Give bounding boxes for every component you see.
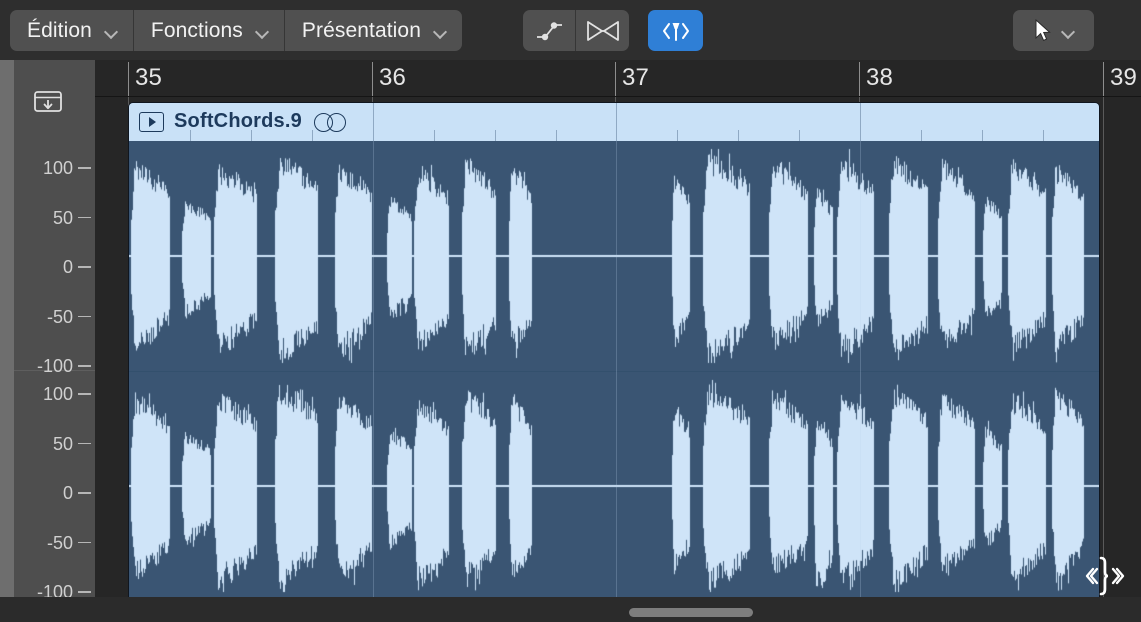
tick-label: 50 — [53, 210, 73, 226]
tick-mark — [78, 542, 91, 544]
amplitude-tick-right-0: 0 — [14, 485, 95, 501]
amplitude-tick-left--50: -50 — [14, 309, 95, 325]
tick-label: 100 — [43, 160, 73, 176]
region-gridline-bar-38 — [860, 141, 861, 597]
header-beat-tick — [1043, 130, 1044, 141]
flex-pitch-icon — [660, 19, 692, 43]
fade-crossfade-icon — [586, 20, 620, 42]
region-title: SoftChords.9 — [174, 110, 302, 133]
chevron-down-icon — [256, 27, 269, 35]
automation-icon — [534, 20, 564, 42]
amplitude-scale-column — [14, 60, 95, 597]
stereo-icon — [314, 113, 348, 132]
header-beat-tick — [921, 130, 922, 141]
amplitude-tick-right--50: -50 — [14, 535, 95, 551]
tick-label: -100 — [37, 358, 73, 374]
region-header[interactable]: SoftChords.9 — [129, 103, 1099, 141]
header-bar-tick — [373, 103, 374, 141]
header-bar-tick — [616, 103, 617, 141]
audio-region-softchords[interactable]: SoftChords.9 — [128, 102, 1100, 597]
track-lane-area[interactable]: SoftChords.9 — [95, 97, 1141, 597]
chevron-down-icon — [1062, 27, 1075, 35]
header-bar-tick — [860, 103, 861, 141]
ruler-gridline — [859, 62, 860, 97]
tick-label: -50 — [47, 535, 73, 551]
menu-fonctions-label: Fonctions — [151, 19, 243, 43]
tick-mark — [78, 316, 91, 318]
ruler-bar-label: 38 — [866, 64, 893, 92]
header-beat-tick — [738, 130, 739, 141]
automation-button[interactable] — [523, 10, 576, 51]
amplitude-tick-left--100: -100 — [14, 358, 95, 374]
header-beat-tick — [495, 130, 496, 141]
tick-mark — [78, 365, 91, 367]
region-gridline-bar-37 — [616, 141, 617, 597]
tick-label: 100 — [43, 386, 73, 402]
ruler-bar-label: 35 — [135, 64, 162, 92]
waveform-canvas-left — [129, 141, 1099, 371]
left-rail — [0, 60, 14, 597]
fade-button[interactable] — [576, 10, 629, 51]
amplitude-tick-left-100: 100 — [14, 160, 95, 176]
tick-label: -50 — [47, 309, 73, 325]
editor-icon-group — [523, 10, 629, 51]
ruler-gridline — [615, 62, 616, 97]
region-gridline-bar-36 — [373, 141, 374, 597]
menu-edition[interactable]: Édition — [10, 10, 134, 51]
tick-mark — [78, 167, 91, 169]
stereo-circle-right — [327, 113, 346, 132]
header-beat-tick — [312, 130, 313, 141]
pointer-tool-icon — [1033, 18, 1053, 43]
header-beat-tick — [556, 130, 557, 141]
header-beat-tick — [434, 130, 435, 141]
waveform-canvas-right — [129, 372, 1099, 597]
bar-ruler[interactable]: 35 36 37 38 39 — [95, 60, 1141, 97]
horizontal-scrollbar[interactable] — [14, 597, 1141, 622]
amplitude-tick-right-100: 100 — [14, 386, 95, 402]
editor-toolbar: Édition Fonctions Présentation — [0, 0, 1141, 60]
tick-label: 0 — [63, 259, 73, 275]
amplitude-tick-left-50: 50 — [14, 210, 95, 226]
tick-mark — [78, 492, 91, 494]
horizontal-scrollbar-thumb[interactable] — [629, 608, 753, 617]
tick-mark — [78, 217, 91, 219]
ruler-bar-label: 36 — [379, 64, 406, 92]
amplitude-tick-left-0: 0 — [14, 259, 95, 275]
ruler-gridline — [1103, 62, 1104, 97]
show-hide-panel-button[interactable] — [18, 83, 77, 118]
bottom-left-strip — [0, 597, 14, 622]
ruler-gridline — [128, 62, 129, 97]
flex-button[interactable] — [648, 10, 703, 51]
menu-fonctions[interactable]: Fonctions — [134, 10, 285, 51]
amplitude-tick-right-50: 50 — [14, 436, 95, 452]
chevron-down-icon — [434, 27, 447, 35]
menu-edition-label: Édition — [27, 19, 92, 43]
tick-mark — [78, 266, 91, 268]
ruler-bar-label: 37 — [622, 64, 649, 92]
show-hide-panel-icon — [33, 89, 63, 113]
ruler-gridline — [372, 62, 373, 97]
tick-mark — [78, 443, 91, 445]
menu-presentation-label: Présentation — [302, 19, 421, 43]
waveform-lane-right[interactable] — [129, 372, 1099, 597]
header-beat-tick — [677, 130, 678, 141]
menu-bar-group: Édition Fonctions Présentation — [10, 10, 462, 51]
ruler-bar-label: 39 — [1110, 64, 1137, 92]
chevron-down-icon — [105, 27, 118, 35]
track-gridline-bar-39 — [1103, 97, 1104, 597]
menu-presentation[interactable]: Présentation — [285, 10, 462, 51]
tick-label: 50 — [53, 436, 73, 452]
header-beat-tick — [799, 130, 800, 141]
tick-label: 0 — [63, 485, 73, 501]
tick-mark — [78, 393, 91, 395]
play-triangle-icon — [149, 117, 156, 127]
region-play-icon[interactable] — [139, 112, 164, 132]
tick-mark — [78, 591, 91, 593]
header-beat-tick — [982, 130, 983, 141]
tool-selector[interactable] — [1013, 10, 1094, 51]
audio-track-editor-window: Édition Fonctions Présentation — [0, 0, 1141, 622]
waveform-lane-left[interactable] — [129, 141, 1099, 371]
